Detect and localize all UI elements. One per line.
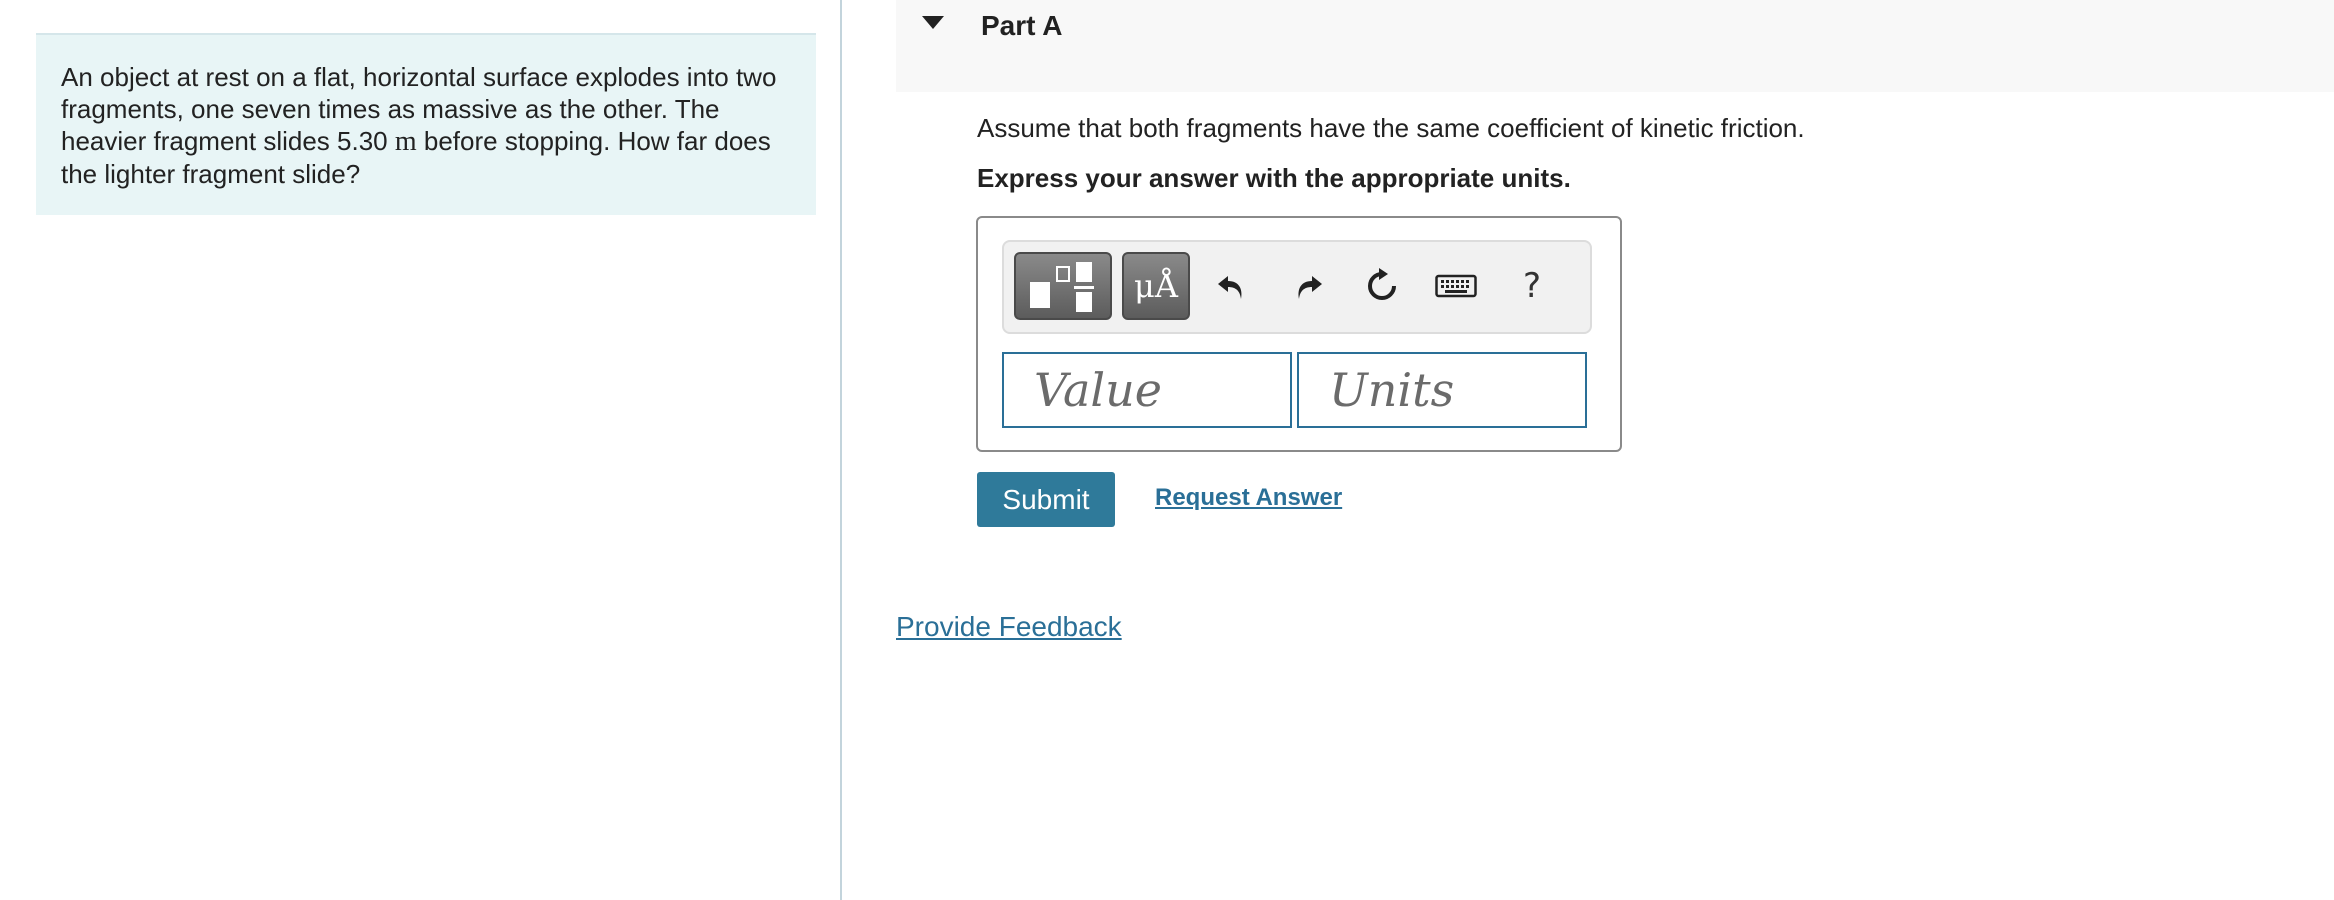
undo-icon: [1218, 276, 1242, 299]
reset-button[interactable]: [1360, 264, 1404, 308]
caret-down-icon[interactable]: [922, 16, 944, 29]
problem-statement: An object at rest on a flat, horizontal …: [61, 61, 791, 190]
submit-button[interactable]: Submit: [977, 472, 1115, 527]
part-answer-instruction: Express your answer with the appropriate…: [977, 163, 1571, 193]
problem-pane: An object at rest on a flat, horizontal …: [0, 0, 842, 900]
part-title: Part A: [981, 10, 1063, 41]
undo-button[interactable]: [1210, 264, 1254, 308]
units-input[interactable]: Units: [1297, 352, 1587, 428]
help-button[interactable]: ?: [1510, 264, 1554, 308]
problem-statement-box: An object at rest on a flat, horizontal …: [36, 33, 816, 215]
value-input[interactable]: Value: [1002, 352, 1292, 428]
math-toolbar: μÅ ?: [1002, 240, 1592, 334]
request-answer-link[interactable]: Request Answer: [1155, 484, 1342, 512]
part-instruction: Assume that both fragments have the same…: [977, 113, 1805, 143]
part-header[interactable]: Part A: [896, 0, 2334, 92]
reset-icon: [1368, 268, 1396, 300]
redo-button[interactable]: [1286, 264, 1330, 308]
problem-distance-unit: m: [394, 126, 417, 157]
redo-icon: [1298, 276, 1322, 299]
answer-box: μÅ ? Value Units: [976, 216, 1622, 452]
provide-feedback-link[interactable]: Provide Feedback: [896, 611, 1122, 643]
keyboard-icon: [1435, 274, 1477, 298]
units-button[interactable]: μÅ: [1122, 252, 1190, 320]
problem-distance-value: 5.30: [337, 126, 388, 156]
keyboard-button[interactable]: [1434, 264, 1478, 308]
templates-button[interactable]: [1014, 252, 1112, 320]
